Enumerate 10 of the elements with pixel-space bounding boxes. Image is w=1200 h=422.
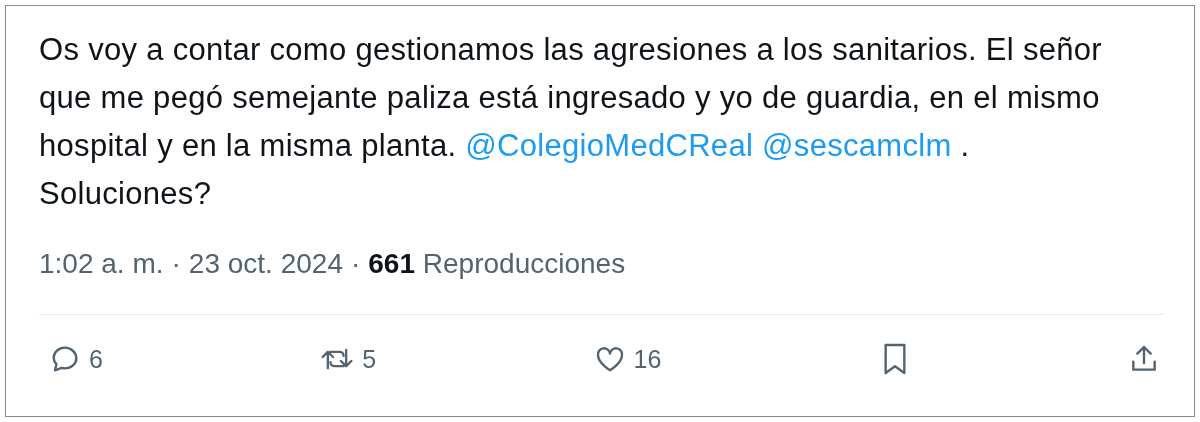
- separator-dot: ·: [171, 248, 181, 280]
- like-button[interactable]: 16: [589, 339, 666, 379]
- tweet-date: 23 oct. 2024: [188, 248, 343, 280]
- reply-button[interactable]: 6: [45, 339, 107, 379]
- retweet-button[interactable]: 5: [316, 339, 381, 379]
- views-count: 661: [368, 248, 415, 279]
- tweet-text: Os voy a contar como gestionamos las agresiones a los sanitarios. El señor que me pegó semejante paliza está ingresado y yo de guardia, en el mismo hospital y en la misma planta. @ColegioMedCReal @sescamclm . Soluciones?: [39, 31, 1103, 213]
- separator-dot: ·: [350, 248, 361, 280]
- tweet-time: 1:02 a. m.: [39, 248, 164, 280]
- views-label: Reproducciones: [422, 248, 626, 279]
